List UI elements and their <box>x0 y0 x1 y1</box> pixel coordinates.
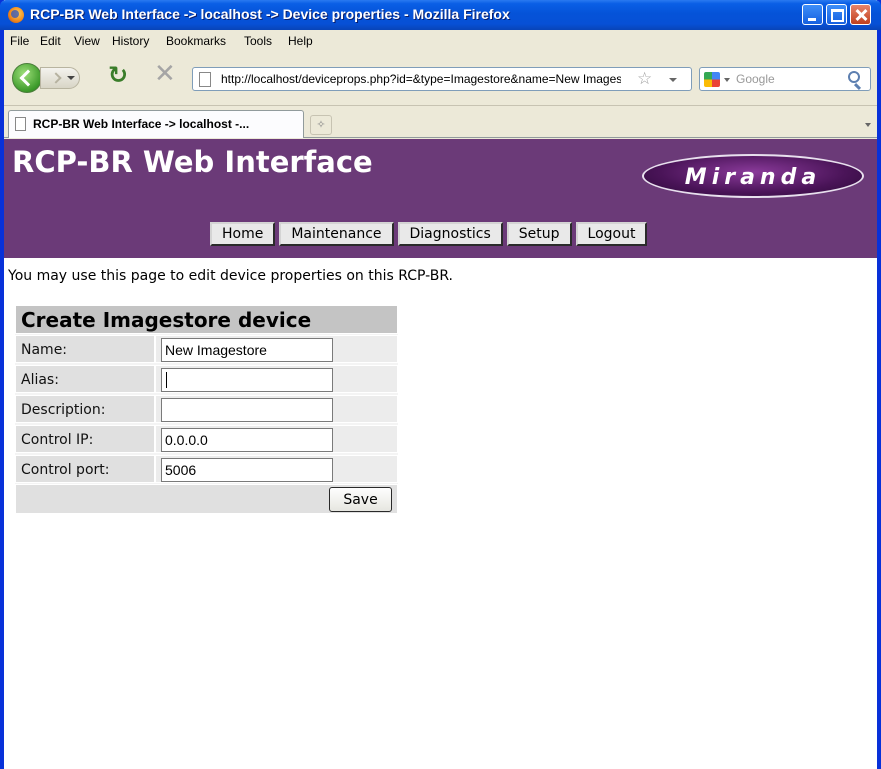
tab-label: RCP-BR Web Interface -> localhost -... <box>33 117 250 131</box>
miranda-logo: Miranda <box>642 154 864 198</box>
device-form: Create Imagestore device Name: Alias: De… <box>15 305 398 514</box>
form-row-alias: Alias: <box>15 364 398 394</box>
logo-wordmark: Miranda <box>685 165 821 190</box>
form-actions: Save <box>15 484 398 514</box>
text-caret <box>166 372 167 388</box>
name-cell <box>155 335 398 363</box>
bookmark-star-icon[interactable]: ☆ <box>637 69 652 89</box>
search-icon[interactable] <box>848 71 860 83</box>
new-tab-icon[interactable]: ✧ <box>310 115 332 135</box>
menu-file[interactable]: File <box>10 34 29 48</box>
main-nav: Home Maintenance Diagnostics Setup Logout <box>210 222 651 246</box>
tab-active[interactable]: RCP-BR Web Interface -> localhost -... <box>8 110 304 138</box>
navigation-toolbar: ↻ ✕ http://localhost/deviceprops.php?id=… <box>4 51 877 106</box>
page-banner: RCP-BR Web Interface Miranda Home Mainten… <box>4 139 877 258</box>
google-icon[interactable] <box>704 72 720 87</box>
page-content: RCP-BR Web Interface Miranda Home Mainten… <box>4 139 877 769</box>
menu-help[interactable]: Help <box>288 34 313 48</box>
control-ip-cell <box>155 425 398 453</box>
reload-icon[interactable]: ↻ <box>108 61 128 89</box>
control-ip-input[interactable] <box>161 428 333 452</box>
name-label: Name: <box>15 335 155 363</box>
description-label: Description: <box>15 395 155 423</box>
alias-cell <box>155 365 398 393</box>
page-icon <box>15 117 26 131</box>
control-ip-label: Control IP: <box>15 425 155 453</box>
url-bar[interactable]: http://localhost/deviceprops.php?id=&typ… <box>192 67 692 91</box>
form-row-description: Description: <box>15 394 398 424</box>
description-input[interactable] <box>161 398 333 422</box>
menu-edit[interactable]: Edit <box>40 34 61 48</box>
alias-label: Alias: <box>15 365 155 393</box>
maximize-button[interactable] <box>826 4 847 25</box>
nav-setup[interactable]: Setup <box>506 222 572 246</box>
forward-icon[interactable] <box>40 67 80 89</box>
name-input[interactable] <box>161 338 333 362</box>
browser-window: RCP-BR Web Interface -> localhost -> Dev… <box>0 0 881 769</box>
control-port-cell <box>155 455 398 483</box>
close-button[interactable] <box>850 4 871 25</box>
intro-text: You may use this page to edit device pro… <box>8 268 453 284</box>
menu-view[interactable]: View <box>74 34 100 48</box>
stop-icon[interactable]: ✕ <box>154 59 176 89</box>
alias-input[interactable] <box>161 368 333 392</box>
back-icon[interactable] <box>12 63 42 93</box>
form-row-control-port: Control port: <box>15 454 398 484</box>
menu-history[interactable]: History <box>112 34 149 48</box>
search-bar[interactable]: Google <box>699 67 871 91</box>
nav-logout[interactable]: Logout <box>575 222 648 246</box>
form-row-control-ip: Control IP: <box>15 424 398 454</box>
url-text[interactable]: http://localhost/deviceprops.php?id=&typ… <box>221 72 621 86</box>
save-button[interactable]: Save <box>329 487 392 512</box>
menu-bookmarks[interactable]: Bookmarks <box>166 34 226 48</box>
page-icon <box>199 72 211 87</box>
tab-strip: RCP-BR Web Interface -> localhost -... ✧ <box>4 106 877 138</box>
url-dropdown-icon[interactable] <box>669 78 677 82</box>
nav-maintenance[interactable]: Maintenance <box>279 222 394 246</box>
title-bar: RCP-BR Web Interface -> localhost -> Dev… <box>0 0 881 30</box>
engine-dropdown-icon[interactable] <box>724 78 730 82</box>
logo-text: Miranda <box>685 165 821 190</box>
nav-diagnostics[interactable]: Diagnostics <box>397 222 503 246</box>
control-port-input[interactable] <box>161 458 333 482</box>
description-cell <box>155 395 398 423</box>
form-row-name: Name: <box>15 334 398 364</box>
control-port-label: Control port: <box>15 455 155 483</box>
nav-home[interactable]: Home <box>210 222 276 246</box>
menu-tools[interactable]: Tools <box>244 34 272 48</box>
site-title: RCP-BR Web Interface <box>12 145 373 179</box>
tab-list-icon[interactable] <box>863 115 875 135</box>
minimize-button[interactable] <box>802 4 823 25</box>
search-placeholder[interactable]: Google <box>736 72 775 86</box>
form-heading: Create Imagestore device <box>15 305 398 334</box>
menu-bar: File Edit View History Bookmarks Tools H… <box>4 30 877 51</box>
history-dropdown-icon[interactable] <box>67 76 75 80</box>
firefox-icon <box>8 7 24 23</box>
window-title: RCP-BR Web Interface -> localhost -> Dev… <box>30 6 510 22</box>
